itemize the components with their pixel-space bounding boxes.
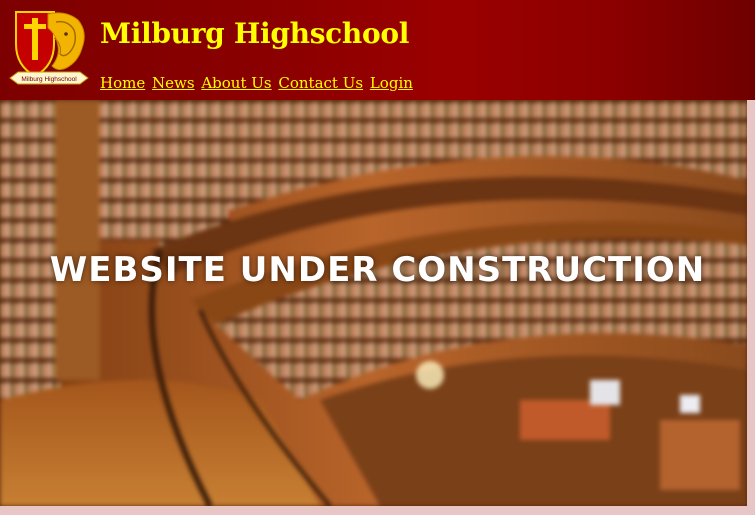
nav-link-contact-us[interactable]: Contact Us bbox=[278, 74, 363, 92]
under-construction-heading: WEBSITE UNDER CONSTRUCTION bbox=[49, 250, 706, 290]
nav-link-login[interactable]: Login bbox=[370, 74, 413, 92]
nav-link-home[interactable]: Home bbox=[100, 74, 145, 92]
nav-link-news[interactable]: News bbox=[152, 74, 195, 92]
library-background-image bbox=[0, 100, 747, 506]
main-nav: Home News About Us Contact Us Login bbox=[100, 72, 415, 94]
nav-link-about-us[interactable]: About Us bbox=[201, 74, 271, 92]
site-header: Milburg Highschool Milburg Highschool Ho… bbox=[0, 0, 755, 100]
hero-banner: WEBSITE UNDER CONSTRUCTION bbox=[0, 100, 747, 506]
school-crest-icon[interactable]: Milburg Highschool bbox=[8, 8, 90, 96]
site-title: Milburg Highschool bbox=[100, 17, 410, 50]
logo-ribbon-text: Milburg Highschool bbox=[21, 76, 77, 83]
